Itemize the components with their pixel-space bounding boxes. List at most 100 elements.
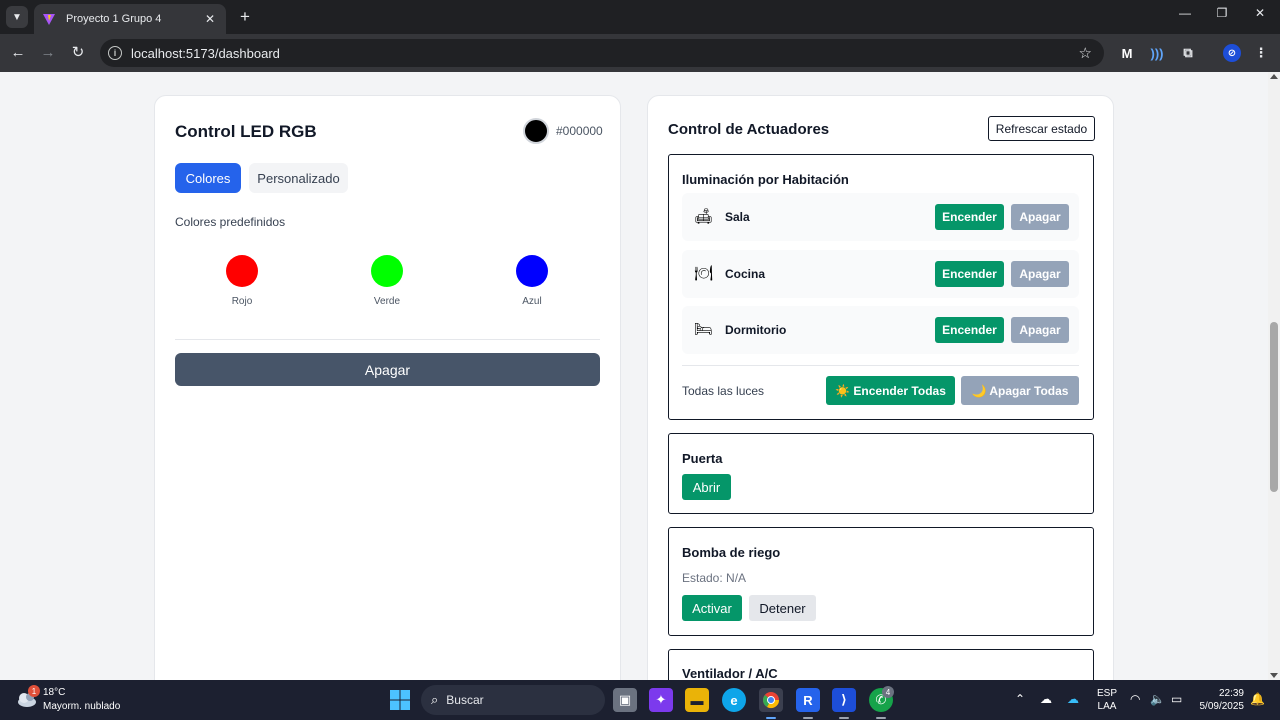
dormitorio-off-button[interactable]: Apagar bbox=[1011, 317, 1069, 343]
weather-description[interactable]: Mayorm. nublado bbox=[43, 701, 120, 712]
tab-close-icon[interactable]: ✕ bbox=[202, 12, 218, 26]
weather-alert-badge: 1 bbox=[28, 685, 40, 697]
file-explorer-icon[interactable]: ▬ bbox=[685, 688, 709, 712]
all-lights-on-button[interactable]: ☀️ Encender Todas bbox=[826, 376, 955, 405]
door-open-button[interactable]: Abrir bbox=[682, 474, 731, 500]
divider bbox=[175, 339, 600, 340]
wifi-icon[interactable]: ◠ bbox=[1130, 692, 1140, 706]
browser-tab[interactable]: Proyecto 1 Grupo 4 ✕ bbox=[34, 4, 226, 34]
copilot-icon[interactable]: ✦ bbox=[649, 688, 673, 712]
browser-tab-bar: ▼ Proyecto 1 Grupo 4 ✕ + — ❐ ✕ bbox=[0, 0, 1280, 34]
tab-personalizado[interactable]: Personalizado bbox=[249, 163, 348, 193]
room-name: Cocina bbox=[725, 267, 766, 281]
led-card-title: Control LED RGB bbox=[175, 122, 317, 141]
scroll-up-arrow-icon[interactable] bbox=[1270, 74, 1278, 79]
reload-icon[interactable]: ↻ bbox=[69, 44, 87, 62]
chrome-logo-icon bbox=[762, 692, 780, 709]
preset-red-button[interactable] bbox=[226, 255, 258, 287]
edge-browser-icon[interactable]: e bbox=[722, 688, 746, 712]
rider-ide-icon[interactable]: R bbox=[796, 688, 820, 712]
lang-line-2: LAA bbox=[1097, 701, 1117, 712]
system-clock[interactable]: 22:39 5/09/2025 bbox=[1200, 687, 1245, 713]
minimize-icon[interactable]: — bbox=[1165, 6, 1205, 20]
maximize-icon[interactable]: ❐ bbox=[1202, 6, 1242, 20]
preset-colors-label: Colores predefinidos bbox=[175, 215, 286, 229]
back-arrow-icon[interactable]: ← bbox=[9, 44, 27, 62]
tab-search-chevron-icon[interactable]: ▼ bbox=[6, 6, 28, 28]
all-lights-off-button[interactable]: 🌙 Apagar Todas bbox=[961, 376, 1079, 405]
preset-green-label: Verde bbox=[373, 296, 401, 307]
chrome-browser-icon[interactable] bbox=[759, 688, 783, 712]
pump-section: Bomba de riego Estado: N/A Activar Deten… bbox=[668, 527, 1094, 636]
room-name: Sala bbox=[725, 210, 750, 224]
dormitorio-on-button[interactable]: Encender bbox=[935, 317, 1004, 343]
search-label: Buscar bbox=[446, 693, 484, 707]
vscode-icon[interactable]: ⟩ bbox=[832, 688, 856, 712]
lighting-section-title: Iluminación por Habitación bbox=[682, 172, 849, 187]
door-section: Puerta Abrir bbox=[668, 433, 1094, 514]
preset-green-button[interactable] bbox=[371, 255, 403, 287]
pump-stop-button[interactable]: Detener bbox=[749, 595, 816, 621]
extension-m-icon[interactable]: M bbox=[1118, 44, 1136, 62]
scrollbar-thumb[interactable] bbox=[1270, 322, 1278, 492]
led-rgb-card: Control LED RGB #000000 Colores Personal… bbox=[154, 95, 621, 680]
room-row-cocina: 🍽 Cocina Encender Apagar bbox=[682, 250, 1079, 298]
clock-time: 22:39 bbox=[1218, 688, 1244, 699]
pump-start-button[interactable]: Activar bbox=[682, 595, 742, 621]
plate-icon: 🍽 bbox=[694, 265, 714, 282]
input-language-indicator[interactable]: ESP LAA bbox=[1097, 687, 1117, 713]
whatsapp-badge: 4 bbox=[882, 686, 894, 698]
clock-date: 5/09/2025 bbox=[1199, 701, 1245, 712]
notifications-bell-icon[interactable]: 🔔 bbox=[1250, 692, 1265, 706]
all-lights-label: Todas las luces bbox=[682, 384, 765, 398]
vscode-running-indicator bbox=[839, 717, 849, 719]
preset-blue-button[interactable] bbox=[516, 255, 548, 287]
page-scrollbar[interactable] bbox=[1268, 72, 1280, 680]
scroll-down-arrow-icon[interactable] bbox=[1270, 673, 1278, 678]
browser-menu-icon[interactable]: ⋮ bbox=[1252, 44, 1270, 62]
led-off-button[interactable]: Apagar bbox=[175, 353, 600, 386]
site-info-icon[interactable]: i bbox=[108, 46, 122, 60]
extension-wave-icon[interactable]: ))) bbox=[1148, 44, 1166, 62]
vite-favicon-icon bbox=[43, 14, 55, 25]
room-row-sala: 🛋 Sala Encender Apagar bbox=[682, 193, 1079, 241]
cocina-off-button[interactable]: Apagar bbox=[1011, 261, 1069, 287]
windows-taskbar: 1 18°C Mayorm. nublado ⌕ Buscar ▣ ✦ ▬ e … bbox=[0, 680, 1280, 720]
windows-start-icon[interactable] bbox=[388, 688, 412, 712]
weather-temperature[interactable]: 18°C bbox=[43, 687, 65, 698]
refresh-state-button[interactable]: Refrescar estado bbox=[988, 116, 1095, 141]
fan-section: Ventilador / A/C bbox=[668, 649, 1094, 680]
pump-status-text: Estado: N/A bbox=[682, 571, 747, 585]
task-view-icon[interactable]: ▣ bbox=[613, 688, 637, 712]
bookmark-star-icon[interactable]: ☆ bbox=[1079, 44, 1092, 62]
actuators-card-title: Control de Actuadores bbox=[668, 121, 830, 138]
lang-line-1: ESP bbox=[1097, 688, 1118, 699]
tab-colores[interactable]: Colores bbox=[175, 163, 241, 193]
preset-blue-label: Azul bbox=[522, 296, 542, 307]
extensions-puzzle-icon[interactable]: ⧉ bbox=[1179, 44, 1197, 62]
taskbar-search-box[interactable]: ⌕ Buscar bbox=[421, 685, 605, 715]
chrome-running-indicator bbox=[766, 717, 776, 719]
page-viewport: Control LED RGB #000000 Colores Personal… bbox=[0, 72, 1268, 680]
sala-off-button[interactable]: Apagar bbox=[1011, 204, 1069, 230]
onedrive-blue-cloud-icon[interactable]: ☁ bbox=[1067, 692, 1079, 706]
pump-section-title: Bomba de riego bbox=[682, 545, 781, 560]
close-window-icon[interactable]: ✕ bbox=[1240, 6, 1280, 20]
profile-avatar-icon[interactable]: ⊘ bbox=[1223, 44, 1241, 62]
sofa-icon: 🛋 bbox=[694, 208, 714, 225]
sala-on-button[interactable]: Encender bbox=[935, 204, 1004, 230]
battery-icon[interactable]: ▭ bbox=[1171, 692, 1182, 706]
whatsapp-running-indicator bbox=[876, 717, 886, 719]
tab-title: Proyecto 1 Grupo 4 bbox=[66, 13, 162, 25]
cocina-on-button[interactable]: Encender bbox=[935, 261, 1004, 287]
address-url[interactable]: localhost:5173/dashboard bbox=[131, 46, 280, 61]
room-row-dormitorio: 🛏 Dormitorio Encender Apagar bbox=[682, 306, 1079, 354]
room-name: Dormitorio bbox=[725, 323, 787, 337]
volume-icon[interactable]: 🔈 bbox=[1150, 692, 1165, 706]
forward-arrow-icon[interactable]: → bbox=[39, 44, 57, 62]
onedrive-cloud-icon[interactable]: ☁ bbox=[1040, 692, 1052, 706]
tray-chevron-up-icon[interactable]: ⌃ bbox=[1015, 692, 1025, 706]
bed-icon: 🛏 bbox=[694, 321, 714, 338]
address-bar[interactable]: i localhost:5173/dashboard ☆ bbox=[100, 39, 1104, 67]
new-tab-button[interactable]: + bbox=[236, 7, 254, 27]
